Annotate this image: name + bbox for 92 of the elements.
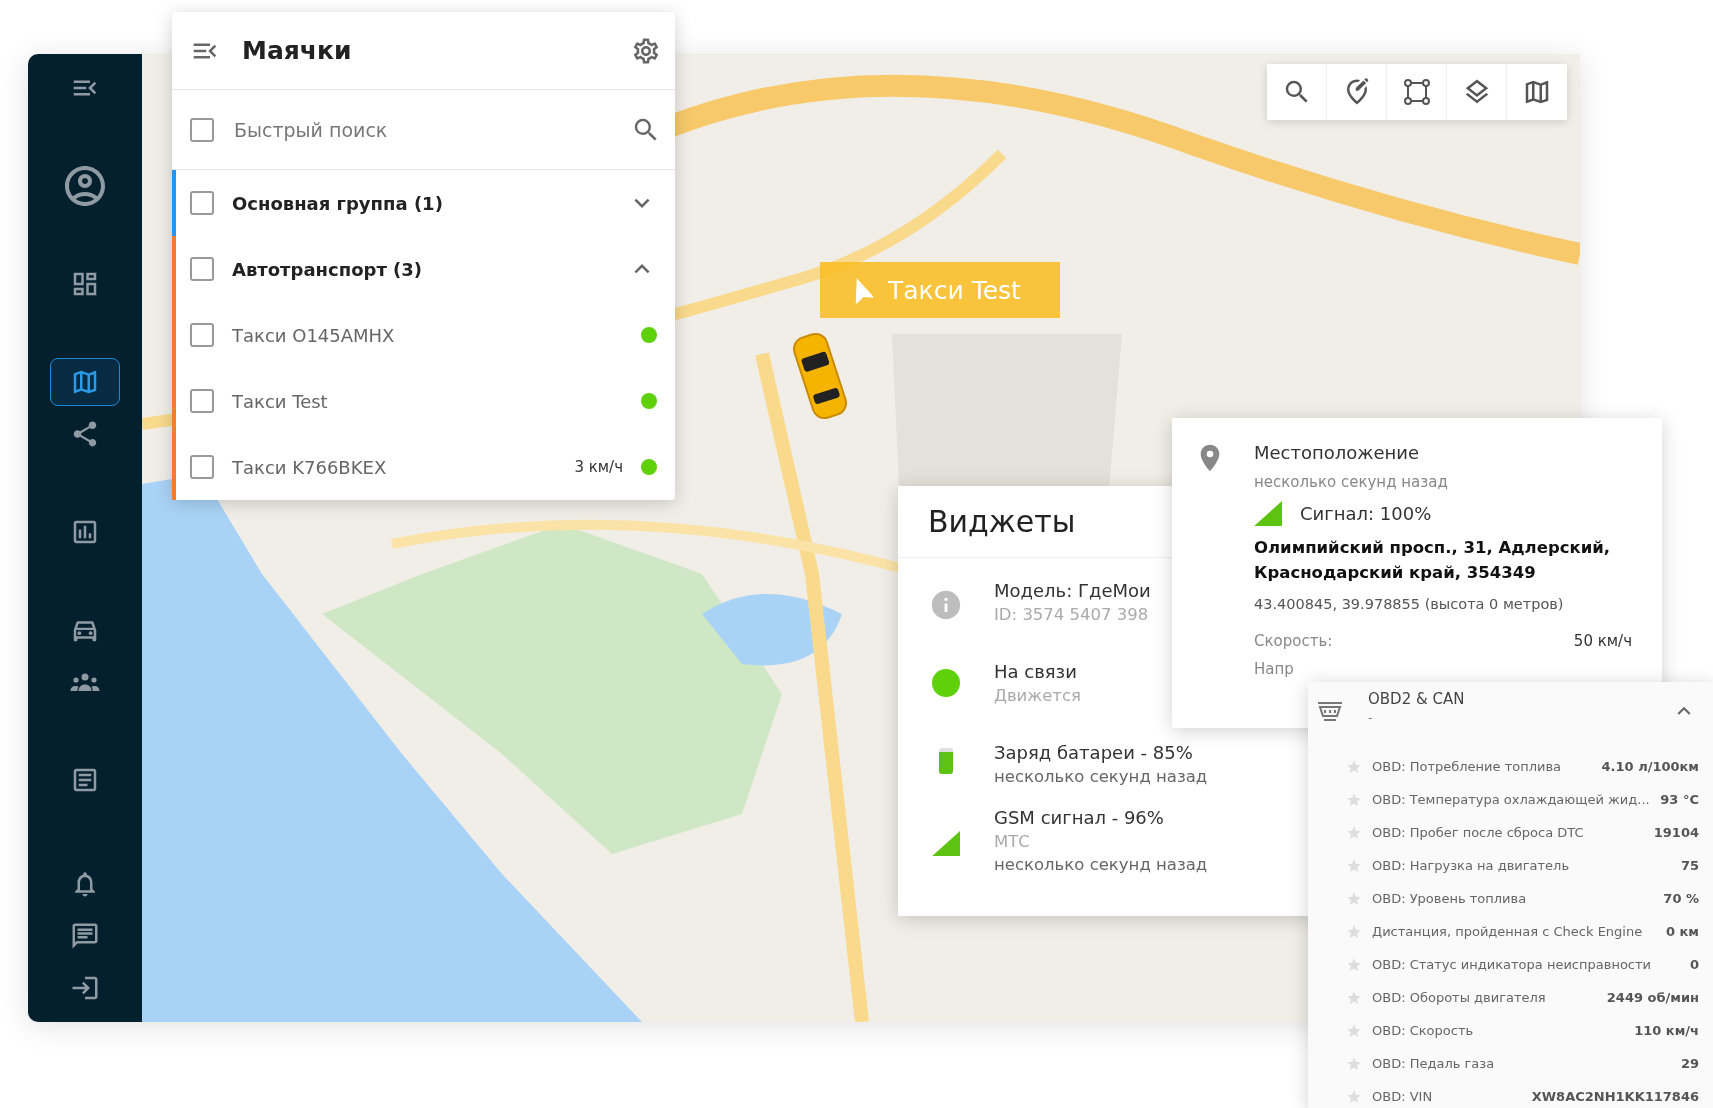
parameter-value: 19104 [1653, 825, 1699, 840]
checkbox[interactable] [190, 323, 214, 347]
star-button[interactable] [1346, 923, 1362, 940]
connector-icon [1316, 700, 1344, 724]
chat-icon [70, 921, 100, 951]
parameter-value: 4.10 л/100км [1601, 759, 1699, 774]
vehicle-label: Такси Test [820, 262, 1060, 318]
parameter-name: OBD: VIN [1372, 1089, 1434, 1104]
widget-detail: несколько секунд назад [994, 855, 1208, 874]
beacon-row[interactable]: Такси O145AMHX [172, 302, 675, 368]
star-button[interactable] [1346, 758, 1362, 775]
star-icon [1346, 758, 1362, 775]
parameter-value: 110 км/ч [1634, 1023, 1699, 1038]
parameter-name: OBD: Статус индикатора неисправности [1372, 957, 1652, 972]
star-icon [1346, 989, 1362, 1006]
panel-subtitle: - [1368, 710, 1374, 725]
star-icon [1346, 857, 1362, 874]
parameter-value: 2449 об/мин [1606, 990, 1699, 1005]
checkbox[interactable] [190, 389, 214, 413]
popup-title: Местоположение [1254, 442, 1421, 463]
beacon-name: Такси Test [232, 390, 329, 412]
signal-icon [1254, 501, 1282, 527]
star-button[interactable] [1346, 1022, 1362, 1039]
star-button[interactable] [1346, 1055, 1362, 1072]
parameter-value: 0 км [1665, 924, 1699, 939]
star-button[interactable] [1346, 824, 1362, 841]
parameter-value: 0 [1689, 957, 1699, 972]
star-button[interactable] [1346, 989, 1362, 1006]
signal-icon [932, 831, 960, 857]
parameter-name: OBD: Нагрузка на двигатель [1372, 858, 1571, 873]
parameter-name: OBD: Потребление топлива [1372, 759, 1563, 774]
widget-detail: несколько секунд назад [994, 767, 1208, 786]
people-icon [70, 672, 100, 692]
parameter-name: OBD: Скорость [1372, 1023, 1475, 1038]
parameter-value: 93 °C [1660, 792, 1699, 807]
beacon-name: Такси O145AMHX [232, 324, 396, 346]
group-label: Основная группа (1) [232, 192, 444, 214]
map-button[interactable] [1507, 64, 1567, 120]
star-icon [1346, 1022, 1362, 1039]
star-icon [1346, 824, 1362, 841]
polygon-button[interactable] [1387, 64, 1447, 120]
star-button[interactable] [1346, 890, 1362, 907]
star-icon [1346, 1088, 1362, 1105]
beacon-row[interactable]: Такси K766BKEX 3 км/ч [172, 434, 675, 500]
parameter-name: OBD: Пробег после сброса DTC [1372, 825, 1585, 840]
panel-title: Маячки [242, 36, 353, 65]
checkbox[interactable] [190, 191, 214, 215]
group-row[interactable]: Основная группа (1) [172, 170, 675, 236]
star-icon [1346, 791, 1362, 808]
coordinates-text: 43.400845, 39.978855 (высота 0 метров) [1254, 595, 1565, 612]
group-label: Автотранспорт (3) [232, 258, 424, 280]
parameter-value: 70 % [1663, 891, 1699, 906]
star-button[interactable] [1346, 791, 1362, 808]
parameter-name: OBD: Педаль газа [1372, 1056, 1496, 1071]
field-label: Напр [1254, 659, 1294, 678]
checkbox[interactable] [190, 455, 214, 479]
parameter-value: 75 [1680, 858, 1699, 873]
widget-title: Модель: ГдеМои [994, 580, 1151, 601]
beacon-row[interactable]: Такси Test [172, 368, 675, 434]
star-button[interactable] [1346, 956, 1362, 973]
field-label: Скорость: [1254, 631, 1333, 650]
checkbox[interactable] [190, 117, 214, 142]
layers-button[interactable] [1447, 64, 1507, 120]
star-button[interactable] [1346, 857, 1362, 874]
star-icon [1346, 1055, 1362, 1072]
star-icon [1346, 923, 1362, 940]
widget-title: На связи [994, 661, 1078, 682]
panel-title: OBD2 & CAN [1368, 690, 1466, 708]
widget-detail: ID: 3574 5407 398 [994, 605, 1150, 624]
beacon-name: Такси K766BKEX [232, 456, 388, 478]
star-icon [1346, 956, 1362, 973]
parameter-value: 29 [1680, 1056, 1699, 1071]
group-row[interactable]: Автотранспорт (3) [172, 236, 675, 302]
parameter-name: OBD: Обороты двигателя [1372, 990, 1547, 1005]
search-button[interactable] [1267, 64, 1327, 120]
widget-detail: МТС [994, 832, 1031, 851]
parameter-name: OBD: Температура охлаждающей жид... [1372, 792, 1651, 807]
parameter-name: OBD: Уровень топлива [1372, 891, 1528, 906]
map-button[interactable] [50, 358, 120, 406]
parameter-name: Дистанция, пройденная с Check Engine [1372, 924, 1644, 939]
parameter-value: XW8AC2NH1KK117846 [1531, 1089, 1699, 1104]
star-icon [1346, 890, 1362, 907]
widget-detail: Движется [994, 686, 1081, 705]
info-icon [929, 588, 963, 622]
star-button[interactable] [1346, 1088, 1362, 1105]
checkbox[interactable] [190, 257, 214, 281]
widget-title: Заряд батареи - 85% [994, 742, 1194, 763]
widget-title: GSM сигнал - 96% [994, 807, 1165, 828]
field-value: 50 км/ч [1573, 631, 1632, 650]
edit-pin-button[interactable] [1327, 64, 1387, 120]
polygon-icon [1402, 78, 1431, 106]
speed-text: 3 км/ч [574, 458, 623, 476]
